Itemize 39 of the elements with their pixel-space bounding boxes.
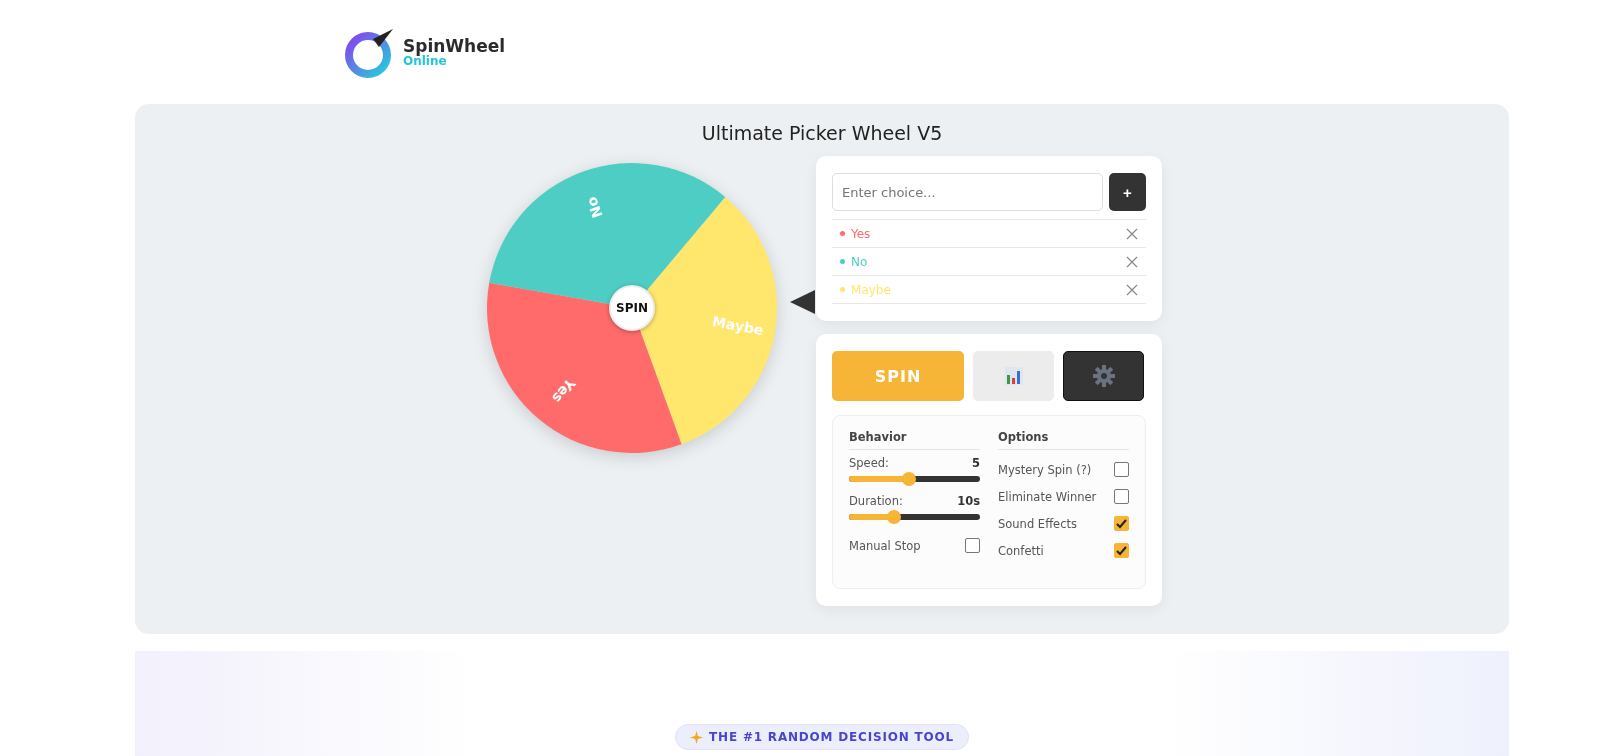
checkbox[interactable] [1114, 489, 1129, 504]
choice-input[interactable]: Enter choice... [832, 173, 1103, 211]
option-label: Manual Stop [849, 538, 921, 553]
option-label: Mystery Spin (?) [998, 462, 1092, 477]
option-label: Sound Effects [998, 516, 1077, 531]
logo-name: SpinWheel [403, 37, 506, 55]
checkbox[interactable] [1114, 516, 1129, 531]
segment-label: No [583, 194, 606, 221]
choice-label: Yes [851, 226, 872, 241]
slider-label: Speed: [849, 456, 889, 470]
pointer-icon [790, 289, 816, 315]
remove-icon[interactable] [1126, 255, 1138, 268]
checkbox[interactable] [1114, 462, 1129, 477]
slider-thumb[interactable] [886, 510, 901, 524]
slider-reading: 10s [957, 494, 980, 508]
remove-icon[interactable] [1126, 227, 1138, 240]
option-label: Confetti [998, 543, 1044, 558]
checkbox[interactable] [965, 538, 980, 553]
option-label: Eliminate Winner [998, 489, 1097, 504]
options-heading: Options [998, 430, 1129, 450]
logo-tagline: Online [403, 54, 447, 67]
settings-icon [1091, 364, 1116, 388]
segment-label: Yes [549, 375, 579, 407]
page-title: Ultimate Picker Wheel V5 [701, 122, 943, 144]
settings-button[interactable] [1063, 351, 1144, 401]
add-button[interactable]: + [1109, 173, 1146, 211]
sparkle-icon [690, 730, 704, 744]
checkbox[interactable] [1114, 543, 1129, 558]
stats-button[interactable] [973, 351, 1054, 401]
bar-chart-icon [1004, 367, 1023, 385]
choice-label: No [851, 254, 869, 269]
choice-label: Maybe [851, 282, 892, 297]
slider-label: Duration: [849, 494, 903, 508]
behavior-heading: Behavior [849, 430, 980, 450]
slider-thumb[interactable] [902, 472, 917, 486]
badge-text: THE #1 RANDOM DECISION TOOL [709, 730, 954, 744]
segment-label: Maybe [711, 313, 765, 338]
remove-icon[interactable] [1126, 283, 1138, 296]
slider-reading: 5 [972, 456, 980, 470]
